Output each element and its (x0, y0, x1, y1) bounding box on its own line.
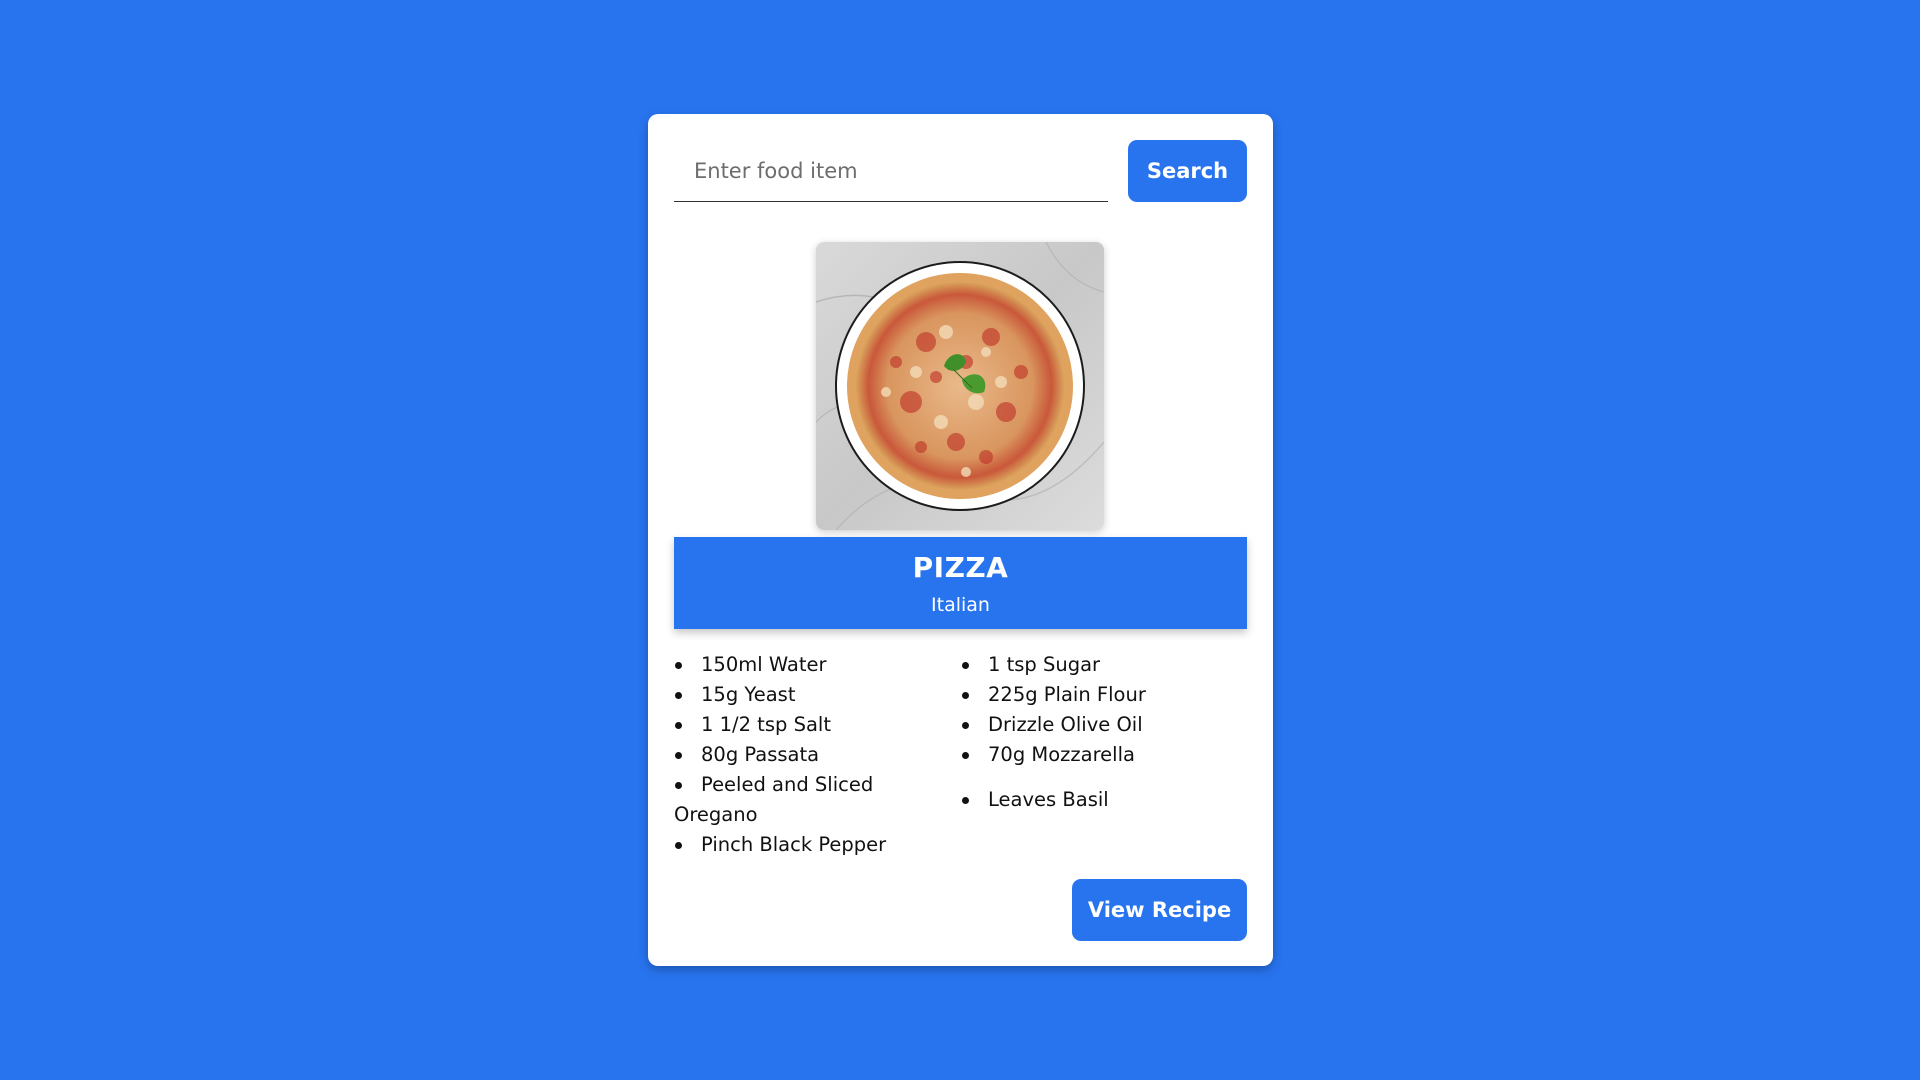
pizza-photo-icon (816, 242, 1104, 530)
ingredient-item: 1 1/2 tsp Salt (674, 710, 954, 740)
ingredient-item: 225g Plain Flour (961, 680, 1247, 710)
ingredient-item: 80g Passata (674, 740, 954, 770)
food-search-input[interactable] (674, 140, 1108, 202)
meal-card: Search (648, 114, 1273, 966)
ingredients-column-left: 150ml Water 15g Yeast 1 1/2 tsp Salt 80g… (674, 650, 954, 860)
ingredient-item: 70g Mozzarella (961, 740, 1247, 770)
ingredient-item: 150ml Water (674, 650, 954, 680)
ingredient-item: 15g Yeast (674, 680, 954, 710)
ingredient-item: Peeled and Sliced Oregano (674, 770, 954, 830)
ingredient-item: 1 tsp Sugar (961, 650, 1247, 680)
ingredient-item: Pinch Black Pepper (674, 830, 954, 860)
search-bar: Search (674, 140, 1247, 202)
ingredients-list: 150ml Water 15g Yeast 1 1/2 tsp Salt 80g… (674, 650, 1247, 870)
view-recipe-button[interactable]: View Recipe (1072, 879, 1247, 941)
ingredients-column-right: 1 tsp Sugar 225g Plain Flour Drizzle Oli… (961, 650, 1247, 815)
search-button[interactable]: Search (1128, 140, 1247, 202)
food-image (816, 242, 1104, 530)
meal-name: PIZZA (912, 551, 1009, 584)
ingredient-item: Leaves Basil (961, 785, 1247, 815)
meal-title-band: PIZZA Italian (674, 537, 1247, 629)
meal-cuisine: Italian (931, 594, 990, 616)
ingredient-item: Drizzle Olive Oil (961, 710, 1247, 740)
